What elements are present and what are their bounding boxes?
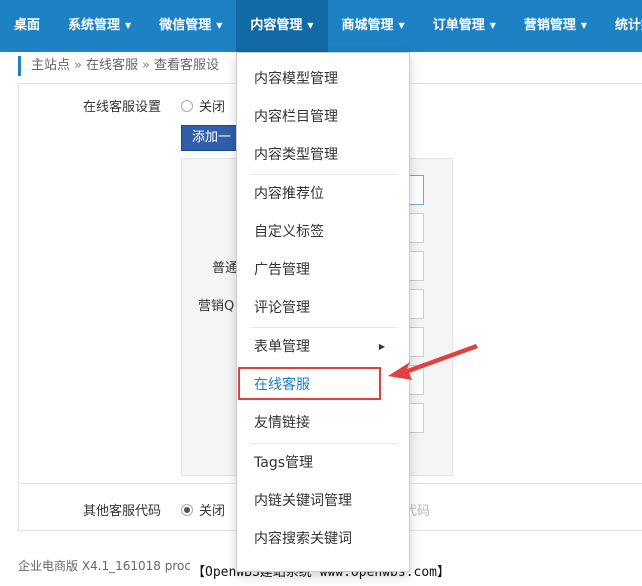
service-input-2[interactable] [410,213,424,243]
nav-item-mall[interactable]: 商城管理 ▼ [328,0,419,52]
menu-item-inner-link-keywords[interactable]: 内链关键词管理 [237,482,409,520]
content-dropdown-menu: 内容模型管理 内容栏目管理 内容类型管理 内容推荐位 自定义标签 广告管理 评论… [236,52,410,572]
nav-item-wechat[interactable]: 微信管理 ▼ [145,0,236,52]
nav-item-desktop[interactable]: 桌面 [0,0,54,52]
menu-item-forms-label: 表单管理 [254,339,310,355]
nav-item-marketing[interactable]: 营销管理 ▼ [510,0,601,52]
nav-item-content[interactable]: 内容管理 ▼ [236,0,328,52]
caret-down-icon: ▼ [125,21,132,30]
breadcrumb-item-home[interactable]: 主站点 [31,58,70,73]
other-code-off-radio[interactable] [181,504,193,516]
breadcrumb: 主站点» 在线客服» 查看客服设 [18,56,219,76]
marketing-qq-label: 营销Q [198,299,235,314]
normal-qq-label: 普通 [212,261,239,276]
online-service-label: 在线客服设置 [82,100,161,115]
menu-item-content-type[interactable]: 内容类型管理 [237,136,409,174]
menu-item-content-column[interactable]: 内容栏目管理 [237,98,409,136]
menu-item-comments[interactable]: 评论管理 [237,289,409,327]
online-service-off-radio[interactable] [181,100,193,112]
nav-item-orders[interactable]: 订单管理 ▼ [419,0,510,52]
other-code-off-label[interactable]: 关闭 [199,504,225,519]
menu-item-content-model[interactable]: 内容模型管理 [237,60,409,98]
service-input-7[interactable] [410,403,424,433]
breadcrumb-separator: » [142,58,150,73]
breadcrumb-item-current: 查看客服设 [153,58,219,73]
highlight-box [238,367,381,400]
menu-item-recommend[interactable]: 内容推荐位 [237,175,409,213]
nav-item-stats[interactable]: 统计报 [601,0,642,52]
caret-down-icon: ▼ [398,21,405,30]
service-input-3[interactable] [410,251,424,281]
online-service-off-label[interactable]: 关闭 [199,100,225,115]
caret-down-icon: ▼ [489,21,496,30]
menu-item-tags[interactable]: Tags管理 [237,444,409,482]
online-service-radio-group: 关闭 [181,96,225,115]
annotation-arrow-icon [388,344,478,380]
breadcrumb-item-service[interactable]: 在线客服 [86,58,138,73]
breadcrumb-separator: » [74,58,82,73]
menu-item-search-keywords[interactable]: 内容搜索关键词 [237,520,409,558]
footer-version: 企业电商版 X4.1_161018 proces [18,559,205,573]
other-code-label: 其他客服代码 [82,504,161,519]
caret-down-icon: ▼ [307,21,314,30]
menu-item-ads[interactable]: 广告管理 [237,251,409,289]
menu-item-custom-tag[interactable]: 自定义标签 [237,213,409,251]
add-service-button[interactable]: 添加一 [181,125,243,151]
caret-down-icon: ▼ [580,21,588,30]
other-code-radio-group: 关闭 [181,500,225,519]
service-input-4[interactable] [410,289,424,319]
nav-item-system[interactable]: 系统管理 ▼ [54,0,145,52]
caret-down-icon: ▼ [216,21,223,30]
top-nav: 桌面 系统管理 ▼ 微信管理 ▼ 内容管理 ▼ 商城管理 ▼ 订单管理 ▼ 营销管理 ▼ 统… [0,0,642,52]
service-input-1[interactable] [410,175,424,205]
menu-item-friend-links[interactable]: 友情链接 [237,404,409,442]
